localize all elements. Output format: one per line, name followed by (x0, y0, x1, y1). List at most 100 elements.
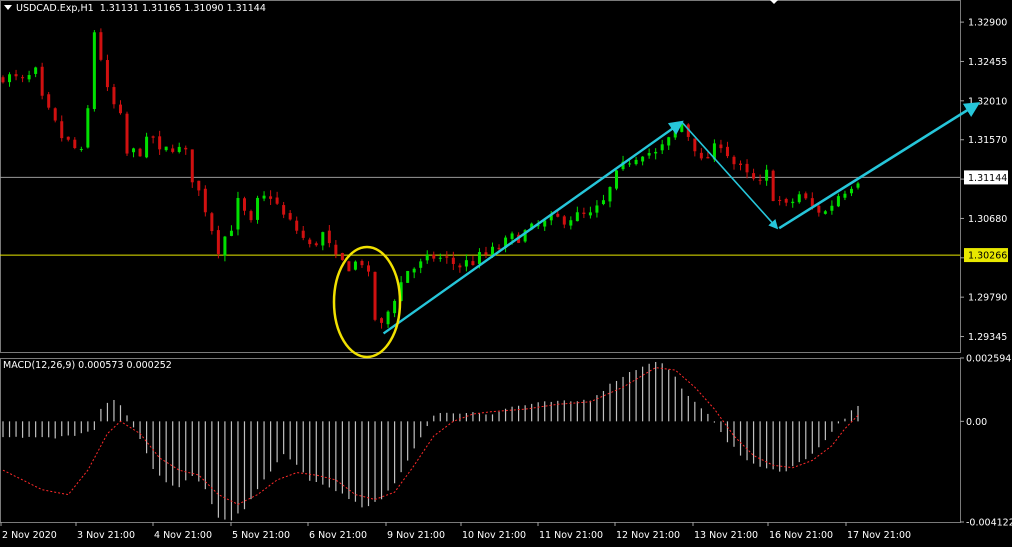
candle-body (856, 183, 860, 188)
candle-body (158, 136, 162, 150)
candle-body (797, 194, 801, 203)
candle-body (340, 253, 344, 260)
symbol-header[interactable]: USDCAD.Exp,H1 1.31131 1.31165 1.31090 1.… (4, 3, 266, 14)
candle-body (464, 260, 468, 267)
time-axis-label: 5 Nov 21:00 (232, 530, 290, 541)
candle-body (236, 197, 240, 230)
candle-body (569, 220, 573, 226)
ohlc-values: 1.31131 1.31165 1.31090 1.31144 (99, 3, 266, 14)
candle-body (438, 257, 442, 259)
candle-body (673, 130, 677, 138)
time-axis-label: 4 Nov 21:00 (154, 530, 212, 541)
chart-svg: 1.329001.324551.320101.315701.311251.306… (0, 0, 1012, 541)
candle-body (817, 205, 821, 213)
time-axis-label: 3 Nov 21:00 (77, 530, 135, 541)
candle-body (1, 77, 5, 83)
trend-arrow-up-1 (382, 120, 684, 335)
time-axis-label: 13 Nov 21:00 (694, 530, 758, 541)
candle-body (256, 197, 260, 220)
candle-body (556, 213, 560, 217)
candle-body (373, 271, 377, 320)
candle-body (725, 146, 729, 157)
candle-body (784, 198, 788, 203)
candle-body (308, 239, 312, 245)
candle-body (92, 32, 96, 109)
candle-body (249, 211, 253, 221)
candle-body (118, 104, 122, 114)
candle-body (164, 146, 168, 151)
highlight-circle (332, 245, 402, 359)
candle-body (380, 318, 384, 323)
candle-body (79, 148, 83, 150)
candle-body (360, 261, 364, 266)
chart-shift-icon (770, 0, 778, 4)
chart-area[interactable]: 1.329001.324551.320101.315701.311251.306… (0, 0, 1012, 543)
candle-body (229, 230, 233, 236)
candle-body (8, 74, 12, 83)
candle-body (60, 121, 64, 139)
candle-body (432, 254, 436, 259)
macd-header: MACD(12,26,9) 0.000573 0.000252 (3, 360, 172, 371)
candle-body (693, 138, 697, 152)
candle-body (73, 139, 77, 149)
candle-body (810, 198, 814, 207)
candle-body (791, 201, 795, 204)
candle-body (484, 252, 488, 255)
candle-body (40, 66, 44, 96)
price-panel-frame (0, 0, 961, 353)
symbol-label: USDCAD.Exp,H1 (16, 3, 94, 14)
candle-body (216, 230, 220, 254)
candle-body (269, 196, 273, 199)
candle-body (804, 193, 808, 199)
candle-body (132, 148, 136, 153)
macd-panel-frame (0, 358, 961, 523)
candle-body (112, 87, 116, 105)
time-axis-label: 16 Nov 21:00 (769, 530, 833, 541)
candle-body (778, 199, 782, 201)
candle-body (412, 268, 416, 273)
candle-body (295, 220, 299, 231)
candle-body (752, 173, 756, 179)
candle-body (719, 144, 723, 149)
candle-body (445, 256, 449, 258)
candle-body (288, 213, 292, 220)
candle-body (641, 156, 645, 162)
candle-body (849, 188, 853, 194)
candle-body (477, 252, 481, 264)
candle-body (451, 257, 455, 264)
price-axis-label: 1.29345 (968, 332, 1007, 343)
candle-body (628, 163, 632, 165)
macd-axis-label: 0.002594 (966, 354, 1011, 365)
time-axis-label: 11 Nov 21:00 (539, 530, 603, 541)
candle-body (836, 196, 840, 207)
candle-body (21, 77, 25, 79)
candle-body (634, 159, 638, 165)
time-axis-label: 2 Nov 2020 (2, 530, 57, 541)
candle-body (314, 243, 318, 246)
candle-body (301, 230, 305, 238)
candle-body (223, 236, 227, 256)
candle-body (615, 170, 619, 189)
time-axis-label: 9 Nov 21:00 (387, 530, 445, 541)
macd-axis-label: -0.004122 (966, 518, 1012, 529)
dropdown-triangle-icon[interactable] (4, 5, 12, 10)
candle-body (190, 149, 194, 183)
candle-body (843, 193, 847, 198)
candle-body (765, 169, 769, 181)
candle-body (601, 200, 605, 205)
candle-body (582, 212, 586, 214)
candle-body (138, 148, 142, 157)
candle-body (47, 94, 51, 108)
trend-arrow-down (681, 121, 779, 230)
price-axis-label: 1.31570 (968, 135, 1007, 146)
price-axis-label: 1.29790 (968, 293, 1007, 304)
candle-body (171, 148, 175, 152)
price-axis-label: 1.32455 (968, 57, 1007, 68)
macd-axis-label: 0.00 (966, 417, 987, 428)
candle-body (151, 136, 155, 138)
candle-body (99, 32, 103, 60)
candle-body (353, 261, 357, 270)
candle-body (393, 300, 397, 314)
candle-body (327, 230, 331, 244)
candle-body (34, 67, 38, 74)
